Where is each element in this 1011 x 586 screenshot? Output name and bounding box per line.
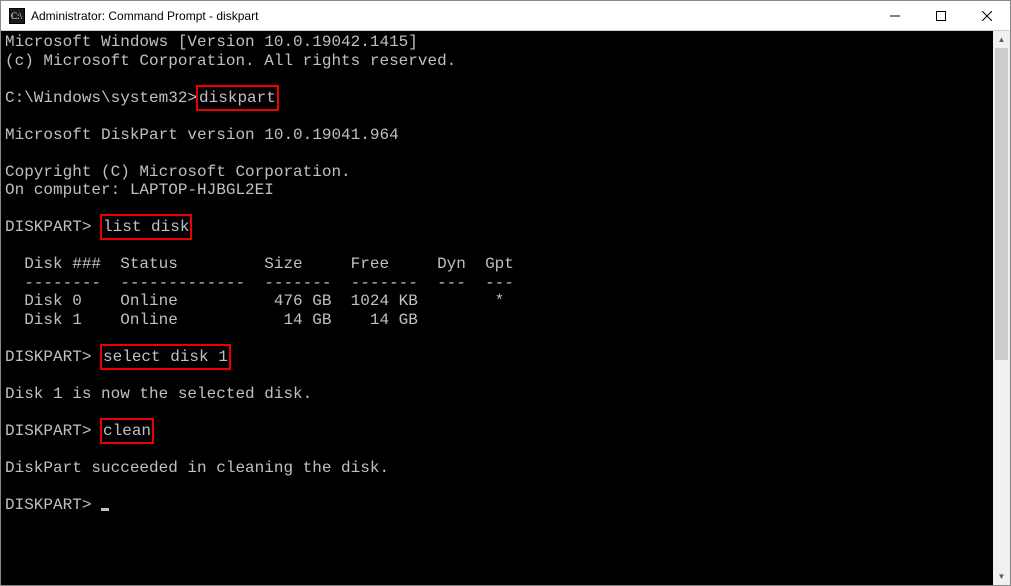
- scrollbar-thumb[interactable]: [995, 48, 1008, 360]
- scroll-down-arrow-icon[interactable]: ▼: [993, 568, 1010, 585]
- output-line: (c) Microsoft Corporation. All rights re…: [5, 52, 456, 70]
- prompt: DISKPART>: [5, 422, 101, 440]
- prompt: DISKPART>: [5, 348, 101, 366]
- prompt: C:\Windows\system32>: [5, 89, 197, 107]
- prompt: DISKPART>: [5, 218, 101, 236]
- scrollbar-track[interactable]: [993, 48, 1010, 568]
- console-area: Microsoft Windows [Version 10.0.19042.14…: [1, 31, 1010, 585]
- maximize-button[interactable]: [918, 1, 964, 30]
- prompt: DISKPART>: [5, 496, 101, 514]
- highlighted-command-list-disk: list disk: [100, 214, 192, 240]
- table-row: Disk 1 Online 14 GB 14 GB: [5, 311, 418, 329]
- output-line: DiskPart succeeded in cleaning the disk.: [5, 459, 389, 477]
- output-line: Copyright (C) Microsoft Corporation.: [5, 163, 351, 181]
- table-separator: -------- ------------- ------- ------- -…: [5, 274, 514, 292]
- output-line: Disk 1 is now the selected disk.: [5, 385, 312, 403]
- output-line: On computer: LAPTOP-HJBGL2EI: [5, 181, 274, 199]
- highlighted-command-diskpart: diskpart: [196, 85, 279, 111]
- cmd-icon: C:\: [9, 8, 25, 24]
- svg-text:C:\: C:\: [11, 11, 23, 21]
- window-title: Administrator: Command Prompt - diskpart: [31, 9, 872, 23]
- highlighted-command-select-disk: select disk 1: [100, 344, 231, 370]
- cmd-window: C:\ Administrator: Command Prompt - disk…: [0, 0, 1011, 586]
- close-button[interactable]: [964, 1, 1010, 30]
- cursor: [101, 508, 109, 511]
- minimize-button[interactable]: [872, 1, 918, 30]
- console-output[interactable]: Microsoft Windows [Version 10.0.19042.14…: [1, 31, 993, 585]
- table-row: Disk 0 Online 476 GB 1024 KB *: [5, 292, 504, 310]
- titlebar[interactable]: C:\ Administrator: Command Prompt - disk…: [1, 1, 1010, 31]
- output-line: Microsoft Windows [Version 10.0.19042.14…: [5, 33, 418, 51]
- highlighted-command-clean: clean: [100, 418, 154, 444]
- window-controls: [872, 1, 1010, 30]
- vertical-scrollbar[interactable]: ▲ ▼: [993, 31, 1010, 585]
- output-line: Microsoft DiskPart version 10.0.19041.96…: [5, 126, 399, 144]
- table-header: Disk ### Status Size Free Dyn Gpt: [5, 255, 514, 273]
- scroll-up-arrow-icon[interactable]: ▲: [993, 31, 1010, 48]
